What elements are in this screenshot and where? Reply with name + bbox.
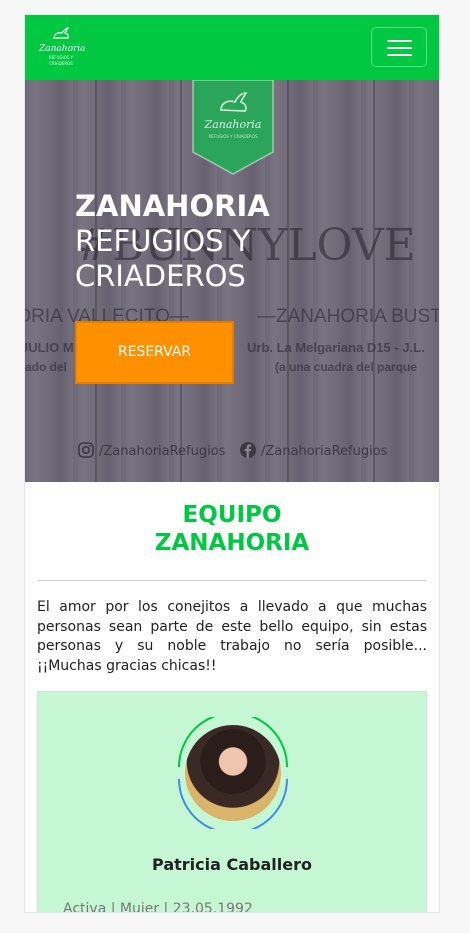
member-name: Patricia Caballero <box>152 855 312 874</box>
hamburger-icon-bar <box>387 47 412 49</box>
brand-logo[interactable]: Zanahoria REFUGIOS Y CRIADEROS <box>39 27 86 67</box>
hero-title-line2: CRIADEROS <box>75 259 246 293</box>
hero-heading: ZANAHORIA REFUGIOS Y CRIADEROS <box>75 189 405 294</box>
hero-badge-logo: Zanahoria REFUGIOS Y CRIADEROS <box>191 80 275 176</box>
hamburger-icon-bar <box>387 54 412 56</box>
brand-name: Zanahoria <box>39 44 86 54</box>
hero-banner: #BUNNYLOVE —ZANAHORIA VALLECITO— —ZANAHO… <box>25 80 439 482</box>
brand-tagline: REFUGIOS Y CRIADEROS <box>48 55 74 66</box>
instagram-icon <box>78 442 94 458</box>
facebook-icon <box>240 442 256 458</box>
hero-badge-tagline: REFUGIOS Y CRIADEROS <box>208 134 258 139</box>
team-intro-text: El amor por los conejitos a llevado a qu… <box>37 599 427 674</box>
hero-title-strong: ZANAHORIA <box>75 189 270 223</box>
page-frame: Zanahoria REFUGIOS Y CRIADEROS #BUNNYLOV… <box>25 15 439 912</box>
hamburger-icon <box>387 40 412 42</box>
avatar <box>185 725 281 821</box>
menu-toggle-button[interactable] <box>371 27 427 67</box>
navbar: Zanahoria REFUGIOS Y CRIADEROS <box>25 15 439 80</box>
team-section-title: EQUIPO ZANAHORIA <box>25 501 439 557</box>
team-title-line2: ZANAHORIA <box>154 530 310 556</box>
team-title-line1: EQUIPO <box>182 502 282 528</box>
member-details: Activa | Mujer | 23.05.1992 <box>63 901 253 912</box>
reserve-button[interactable]: RESERVAR <box>75 321 234 384</box>
facebook-link[interactable]: /ZanahoriaRefugios <box>240 442 387 462</box>
rabbit-logo-icon <box>39 27 83 44</box>
team-member-card <box>37 691 427 912</box>
avatar-frame <box>177 717 289 829</box>
section-divider <box>37 580 427 581</box>
facebook-handle: /ZanahoriaRefugios <box>261 444 388 459</box>
instagram-link[interactable]: /ZanahoriaRefugios <box>78 442 225 462</box>
hero-title-line1: REFUGIOS Y <box>75 224 251 258</box>
instagram-handle: /ZanahoriaRefugios <box>99 444 226 459</box>
hero-badge-name: Zanahoria <box>204 118 262 131</box>
